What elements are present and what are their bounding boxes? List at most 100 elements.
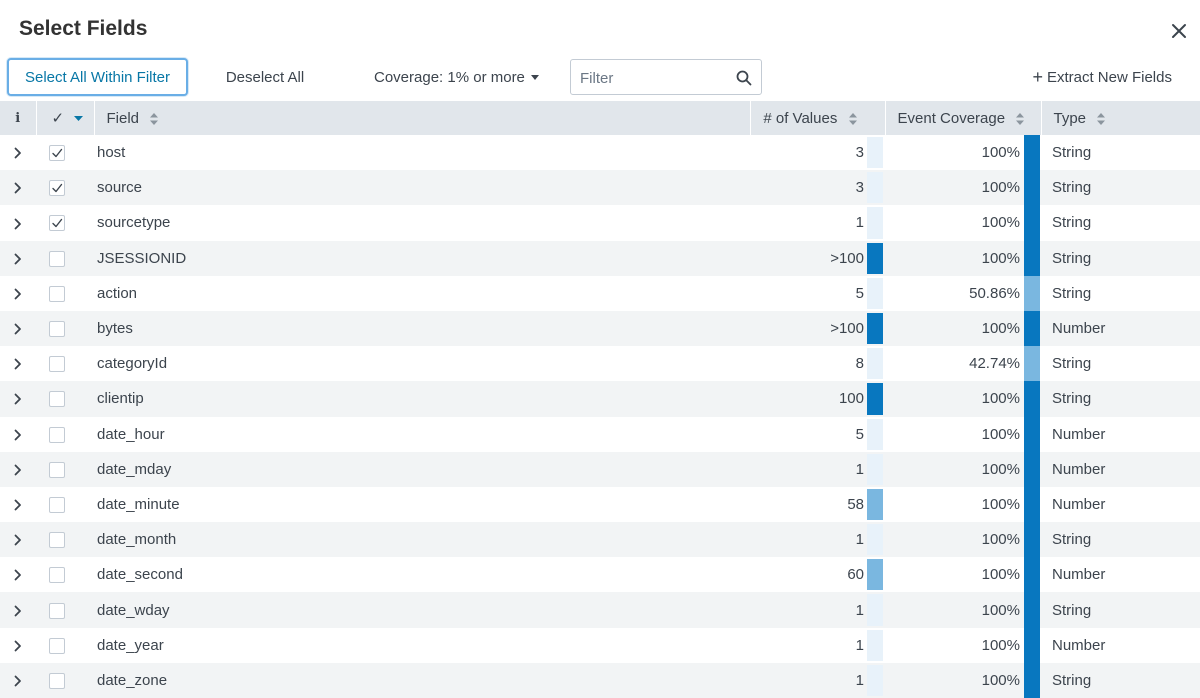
values-cell: 3 — [750, 170, 885, 205]
expand-row-button[interactable] — [0, 241, 36, 276]
coverage-cell: 100% — [885, 451, 1041, 487]
field-checkbox[interactable] — [49, 567, 65, 584]
field-checkbox[interactable] — [49, 285, 65, 302]
coverage-bar — [1024, 557, 1040, 593]
coverage-bar — [1024, 240, 1040, 276]
coverage-bar — [1024, 416, 1040, 452]
expand-row-button[interactable] — [0, 205, 36, 240]
expand-row-button[interactable] — [0, 311, 36, 346]
select-cell — [36, 276, 94, 311]
deselect-all-button[interactable]: Deselect All — [210, 58, 320, 96]
column-header-values[interactable]: # of Values — [750, 101, 886, 135]
field-name: sourcetype — [97, 214, 171, 232]
select-cell — [36, 417, 94, 452]
coverage-bar — [1024, 381, 1040, 417]
values-bar — [867, 594, 883, 626]
coverage-percent: 100% — [981, 566, 1020, 584]
field-checkbox[interactable] — [49, 637, 65, 654]
field-checkbox[interactable] — [49, 145, 65, 162]
coverage-percent: 100% — [981, 214, 1020, 232]
table-row: date_wday 1 100% String — [0, 592, 1200, 628]
coverage-bar — [1024, 627, 1040, 663]
table-row: bytes >100 100% Number — [0, 310, 1200, 347]
coverage-bar — [1024, 522, 1040, 558]
field-name: date_second — [97, 566, 183, 584]
sort-icon — [1016, 112, 1025, 125]
values-bar — [867, 524, 883, 556]
coverage-percent: 100% — [981, 636, 1020, 654]
field-name: clientip — [97, 390, 144, 408]
field-checkbox[interactable] — [49, 391, 65, 408]
expand-row-button[interactable] — [0, 522, 36, 557]
field-checkbox[interactable] — [49, 250, 65, 267]
select-cell — [36, 452, 94, 487]
select-cell — [36, 170, 94, 205]
column-header-field[interactable]: Field — [94, 101, 751, 135]
coverage-cell: 100% — [885, 592, 1041, 628]
select-cell — [36, 663, 94, 698]
table-row: host 3 100% String — [0, 135, 1200, 171]
expand-row-button[interactable] — [0, 592, 36, 627]
field-checkbox[interactable] — [49, 461, 65, 478]
chevron-right-icon — [14, 605, 21, 616]
coverage-dropdown[interactable]: Coverage: 1% or more — [364, 58, 549, 96]
column-header-info: i — [0, 101, 37, 135]
dialog-title: Select Fields — [19, 17, 148, 40]
field-name: date_minute — [97, 495, 180, 513]
table-header-row: i ✓ Field # of Values Event Coverage Typ… — [0, 101, 1200, 135]
extract-new-fields-button[interactable]: + Extract New Fields — [1032, 58, 1172, 96]
coverage-bar — [1024, 346, 1040, 382]
table-row: date_year 1 100% Number — [0, 627, 1200, 663]
close-button[interactable] — [1170, 22, 1188, 40]
coverage-cell: 100% — [885, 170, 1041, 206]
checkmark-icon — [52, 184, 63, 193]
expand-row-button[interactable] — [0, 276, 36, 311]
chevron-right-icon — [14, 358, 21, 370]
values-bar — [867, 348, 883, 380]
coverage-cell: 100% — [885, 240, 1041, 276]
field-checkbox[interactable] — [49, 426, 65, 443]
values-bar — [867, 559, 883, 591]
column-header-coverage[interactable]: Event Coverage — [885, 101, 1042, 135]
values-count: 5 — [855, 425, 864, 443]
field-checkbox[interactable] — [49, 215, 65, 232]
expand-row-button[interactable] — [0, 628, 36, 663]
field-checkbox[interactable] — [49, 180, 65, 197]
coverage-bar — [1024, 205, 1040, 241]
search-icon[interactable] — [736, 70, 752, 86]
values-bar — [867, 312, 883, 345]
expand-row-button[interactable] — [0, 170, 36, 205]
values-count: 1 — [855, 531, 864, 549]
expand-row-button[interactable] — [0, 135, 36, 170]
expand-row-button[interactable] — [0, 417, 36, 452]
field-checkbox[interactable] — [49, 321, 65, 338]
values-bar — [867, 172, 883, 204]
values-cell: 1 — [750, 592, 885, 627]
chevron-right-icon — [14, 569, 21, 581]
filter-input[interactable] — [580, 68, 730, 88]
select-all-within-filter-button[interactable]: Select All Within Filter — [7, 58, 188, 96]
column-header-select[interactable]: ✓ — [36, 101, 95, 135]
filter-field[interactable] — [570, 59, 762, 95]
coverage-cell: 100% — [885, 627, 1041, 663]
sort-icon — [848, 112, 857, 125]
field-name: date_wday — [97, 601, 170, 619]
values-count: 3 — [855, 144, 864, 162]
chevron-right-icon — [14, 288, 21, 300]
field-checkbox[interactable] — [49, 532, 65, 549]
column-header-type[interactable]: Type — [1041, 101, 1200, 135]
checkmark-icon — [52, 219, 63, 228]
plus-icon: + — [1032, 67, 1043, 87]
expand-row-button[interactable] — [0, 346, 36, 381]
values-cell: >100 — [750, 311, 885, 346]
expand-row-button[interactable] — [0, 557, 36, 592]
expand-row-button[interactable] — [0, 487, 36, 522]
field-checkbox[interactable] — [49, 672, 65, 689]
expand-row-button[interactable] — [0, 452, 36, 487]
field-checkbox[interactable] — [49, 356, 65, 373]
field-checkbox[interactable] — [49, 496, 65, 513]
expand-row-button[interactable] — [0, 663, 36, 698]
field-checkbox[interactable] — [49, 602, 65, 619]
coverage-cell: 100% — [885, 416, 1041, 452]
expand-row-button[interactable] — [0, 381, 36, 416]
